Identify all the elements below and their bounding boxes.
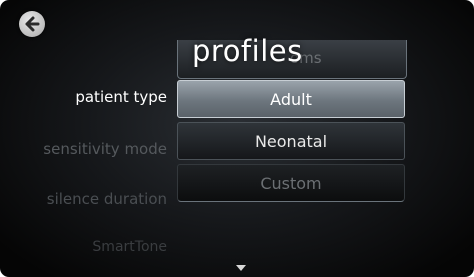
scroll-down-icon[interactable] bbox=[236, 265, 246, 271]
sensitivity-mode-label[interactable]: sensitivity mode bbox=[43, 140, 167, 158]
smart-tone-label[interactable]: SmartTone bbox=[92, 239, 167, 255]
device-screen: patient type sensitivity mode silence du… bbox=[0, 0, 474, 277]
arrow-left-icon bbox=[25, 16, 40, 32]
patient-type-label[interactable]: patient type bbox=[75, 88, 167, 106]
back-button[interactable] bbox=[19, 11, 45, 37]
option-custom[interactable]: Custom bbox=[177, 164, 405, 202]
silence-duration-label[interactable]: silence duration bbox=[47, 190, 167, 208]
option-adult[interactable]: Adult bbox=[177, 80, 405, 118]
popup-title: profiles bbox=[192, 34, 303, 68]
option-neonatal[interactable]: Neonatal bbox=[177, 122, 405, 160]
